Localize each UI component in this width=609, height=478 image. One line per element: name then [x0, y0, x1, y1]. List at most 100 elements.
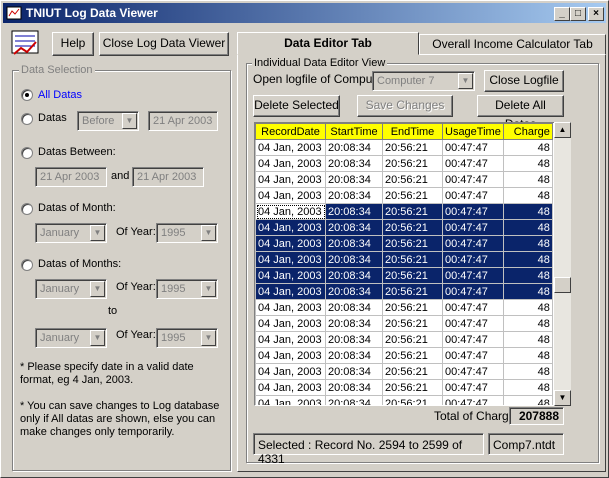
table-cell[interactable]: 04 Jan, 2003 — [255, 395, 326, 405]
table-cell[interactable]: 48 — [502, 251, 553, 268]
year-select[interactable]: 1995 ▼ — [156, 223, 218, 243]
table-row[interactable]: 04 Jan, 2003 20:08:34 20:56:21 00:47:47 48 — [255, 315, 553, 332]
table-row[interactable]: 04 Jan, 2003 20:08:34 20:56:21 00:47:47 48 — [255, 139, 553, 156]
month-to-select[interactable]: January ▼ — [35, 328, 107, 348]
table-row[interactable]: 04 Jan, 2003 20:08:34 20:56:21 00:47:47 48 — [255, 299, 553, 316]
table-cell[interactable]: 20:56:21 — [382, 331, 443, 348]
scroll-down-icon[interactable]: ▼ — [554, 390, 571, 406]
table-cell[interactable]: 48 — [502, 283, 553, 300]
chevron-down-icon[interactable]: ▼ — [201, 225, 216, 241]
month-select[interactable]: January ▼ — [35, 223, 107, 243]
column-header[interactable]: UsageTime — [442, 123, 504, 140]
minimize-button[interactable]: _ — [554, 7, 570, 21]
table-cell[interactable]: 48 — [502, 395, 553, 405]
tab-income-calculator[interactable]: Overall Income Calculator Tab — [419, 34, 606, 54]
table-row[interactable]: 04 Jan, 2003 20:08:34 20:56:21 00:47:47 48 — [255, 347, 553, 364]
table-row[interactable]: 04 Jan, 2003 20:08:34 20:56:21 00:47:47 48 — [255, 283, 553, 300]
table-cell[interactable]: 20:08:34 — [325, 363, 383, 380]
table-cell[interactable]: 04 Jan, 2003 — [255, 267, 326, 284]
table-cell[interactable]: 04 Jan, 2003 — [255, 363, 326, 380]
table-cell[interactable]: 04 Jan, 2003 — [255, 251, 326, 268]
scroll-thumb[interactable] — [554, 277, 571, 293]
close-button[interactable]: × — [588, 7, 604, 21]
table-cell[interactable]: 20:08:34 — [325, 219, 383, 236]
column-header[interactable]: RecordDate — [255, 123, 326, 140]
month-from-select[interactable]: January ▼ — [35, 279, 107, 299]
table-cell[interactable]: 20:08:34 — [325, 315, 383, 332]
table-cell[interactable]: 04 Jan, 2003 — [255, 155, 326, 172]
table-cell[interactable]: 20:08:34 — [325, 331, 383, 348]
table-cell[interactable]: 20:56:21 — [382, 315, 443, 332]
table-cell[interactable]: 48 — [502, 171, 553, 188]
table-row[interactable]: 04 Jan, 2003 20:08:34 20:56:21 00:47:47 48 — [255, 203, 553, 220]
table-cell[interactable]: 20:08:34 — [325, 187, 383, 204]
table-cell[interactable]: 20:56:21 — [382, 283, 443, 300]
table-cell[interactable]: 48 — [502, 139, 553, 156]
year-to-select[interactable]: 1995 ▼ — [156, 328, 218, 348]
vertical-scrollbar[interactable]: ▲ ▼ — [554, 122, 571, 406]
table-cell[interactable]: 48 — [502, 155, 553, 172]
table-cell[interactable]: 48 — [502, 347, 553, 364]
table-cell[interactable]: 20:08:34 — [325, 299, 383, 316]
table-cell[interactable]: 00:47:47 — [442, 187, 504, 204]
table-cell[interactable]: 20:56:21 — [382, 171, 443, 188]
chevron-down-icon[interactable]: ▼ — [90, 281, 105, 297]
before-select[interactable]: Before ▼ — [77, 111, 139, 131]
table-cell[interactable]: 00:47:47 — [442, 379, 504, 396]
between-from-field[interactable]: 21 Apr 2003 — [35, 167, 107, 187]
log-data-grid[interactable]: RecordDate StartTime EndTime UsageTime Charg… — [254, 122, 571, 406]
table-cell[interactable]: 20:56:21 — [382, 379, 443, 396]
table-cell[interactable]: 04 Jan, 2003 — [255, 331, 326, 348]
table-cell[interactable]: 20:56:21 — [382, 299, 443, 316]
table-row[interactable]: 04 Jan, 2003 20:08:34 20:56:21 00:47:47 48 — [255, 155, 553, 172]
chevron-down-icon[interactable]: ▼ — [90, 225, 105, 241]
table-cell[interactable]: 04 Jan, 2003 — [255, 347, 326, 364]
table-row[interactable]: 04 Jan, 2003 20:08:34 20:56:21 00:47:47 48 — [255, 171, 553, 188]
table-cell[interactable]: 20:08:34 — [325, 235, 383, 252]
help-button[interactable]: Help — [52, 32, 94, 56]
table-cell[interactable]: 48 — [502, 363, 553, 380]
table-cell[interactable]: 00:47:47 — [442, 315, 504, 332]
table-cell[interactable]: 48 — [502, 235, 553, 252]
table-cell[interactable]: 20:56:21 — [382, 267, 443, 284]
computer-select[interactable]: Computer 7 ▼ — [372, 71, 475, 91]
table-row[interactable]: 04 Jan, 2003 20:08:34 20:56:21 00:47:47 48 — [255, 251, 553, 268]
table-cell[interactable]: 04 Jan, 2003 — [255, 203, 326, 220]
table-cell[interactable]: 00:47:47 — [442, 331, 504, 348]
table-cell[interactable]: 04 Jan, 2003 — [255, 283, 326, 300]
table-cell[interactable]: 20:56:21 — [382, 235, 443, 252]
delete-selected-button[interactable]: Delete Selected — [253, 95, 340, 117]
table-cell[interactable]: 20:56:21 — [382, 139, 443, 156]
table-cell[interactable]: 20:56:21 — [382, 395, 443, 405]
chevron-down-icon[interactable]: ▼ — [201, 281, 216, 297]
table-cell[interactable]: 00:47:47 — [442, 299, 504, 316]
table-cell[interactable]: 04 Jan, 2003 — [255, 379, 326, 396]
table-cell[interactable]: 04 Jan, 2003 — [255, 299, 326, 316]
table-row[interactable]: 04 Jan, 2003 20:08:34 20:56:21 00:47:47 48 — [255, 187, 553, 204]
table-cell[interactable]: 20:56:21 — [382, 347, 443, 364]
table-cell[interactable]: 20:56:21 — [382, 203, 443, 220]
all-datas-radio[interactable] — [21, 89, 33, 101]
table-row[interactable]: 04 Jan, 2003 20:08:34 20:56:21 00:47:47 48 — [255, 267, 553, 284]
table-cell[interactable]: 00:47:47 — [442, 219, 504, 236]
table-cell[interactable]: 20:08:34 — [325, 139, 383, 156]
table-cell[interactable]: 48 — [502, 267, 553, 284]
table-cell[interactable]: 04 Jan, 2003 — [255, 139, 326, 156]
table-cell[interactable]: 20:56:21 — [382, 251, 443, 268]
title-bar[interactable]: TNIUT Log Data Viewer _ □ × — [3, 3, 606, 23]
table-cell[interactable]: 00:47:47 — [442, 283, 504, 300]
table-cell[interactable]: 20:08:34 — [325, 171, 383, 188]
table-row[interactable]: 04 Jan, 2003 20:08:34 20:56:21 00:47:47 48 — [255, 331, 553, 348]
save-changes-button[interactable]: Save Changes — [357, 95, 453, 117]
chevron-down-icon[interactable]: ▼ — [122, 113, 137, 129]
table-cell[interactable]: 04 Jan, 2003 — [255, 187, 326, 204]
table-cell[interactable]: 00:47:47 — [442, 347, 504, 364]
table-cell[interactable]: 20:56:21 — [382, 187, 443, 204]
table-cell[interactable]: 48 — [502, 331, 553, 348]
chevron-down-icon[interactable]: ▼ — [201, 330, 216, 346]
datas-between-radio[interactable] — [21, 147, 33, 159]
table-cell[interactable]: 20:56:21 — [382, 155, 443, 172]
datas-of-months-radio[interactable] — [21, 259, 33, 271]
table-cell[interactable]: 00:47:47 — [442, 267, 504, 284]
table-cell[interactable]: 00:47:47 — [442, 395, 504, 405]
